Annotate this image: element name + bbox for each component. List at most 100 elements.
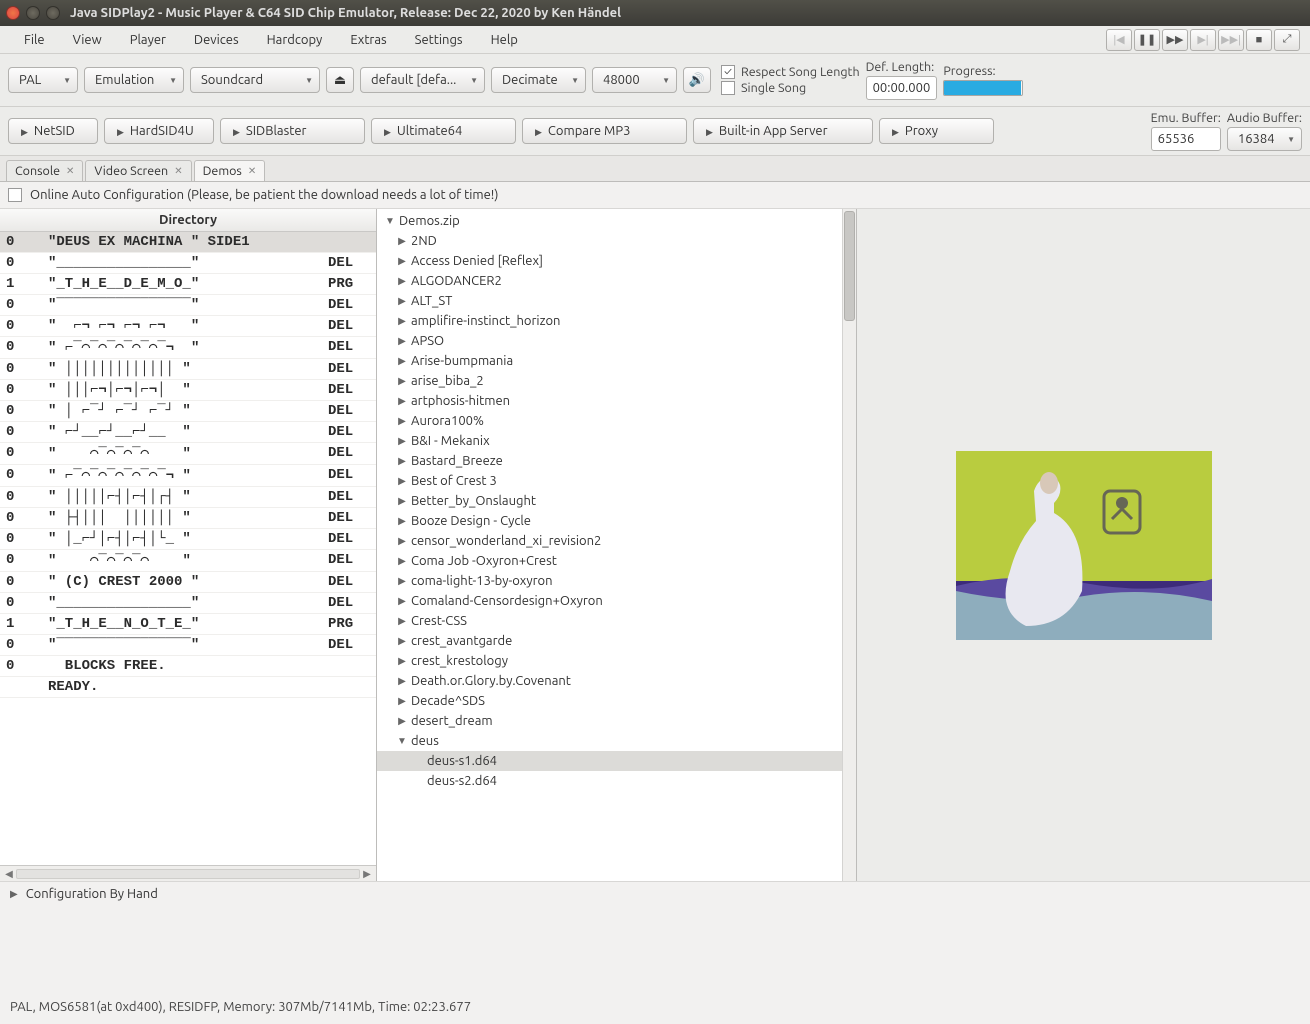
volume-button[interactable]: 🔊 [683, 67, 711, 93]
video-standard-combo[interactable]: PAL [8, 67, 78, 93]
tree-node[interactable]: ▶arise_biba_2 [377, 371, 856, 391]
close-icon[interactable]: ✕ [248, 165, 256, 177]
window-close-button[interactable] [6, 6, 20, 20]
audio-buffer-combo[interactable]: 16384 [1227, 127, 1302, 151]
tree-node[interactable]: ▶amplifire-instinct_horizon [377, 311, 856, 331]
tree-node[interactable]: ▶crest_krestology [377, 651, 856, 671]
tree-node[interactable]: ▶Crest-CSS [377, 611, 856, 631]
decimate-combo[interactable]: Decimate [491, 67, 586, 93]
close-icon[interactable]: ✕ [174, 165, 182, 177]
tree-node[interactable]: ▶artphosis-hitmen [377, 391, 856, 411]
audio-device-combo[interactable]: default [defa... [360, 67, 485, 93]
menu-view[interactable]: View [59, 33, 116, 47]
directory-row[interactable]: 0" ⌐┘__⌐┘__⌐┘__ "DEL [0, 422, 376, 443]
menu-extras[interactable]: Extras [336, 33, 400, 47]
tree-node[interactable]: ▶Better_by_Onslaught [377, 491, 856, 511]
directory-row[interactable]: 0" ⌒‾⌒‾⌒‾⌒ "DEL [0, 443, 376, 465]
directory-row[interactable]: READY. [0, 677, 376, 698]
tab-video-screen[interactable]: Video Screen✕ [85, 160, 191, 181]
directory-row[interactable]: 0" ├┤│││ ││││││ "DEL [0, 508, 376, 529]
fastforward-button[interactable]: ▶▶ [1162, 29, 1188, 51]
directory-row[interactable]: 0"DEUS EX MACHINA " SIDE1 [0, 232, 376, 253]
directory-row[interactable]: 0" │_⌐┘│⌐┤│⌐┤│└_ "DEL [0, 529, 376, 550]
menu-file[interactable]: File [10, 33, 59, 47]
tree-node[interactable]: ▶Comaland-Censordesign+Oxyron [377, 591, 856, 611]
next-track-button[interactable]: ▶| [1190, 29, 1216, 51]
tree-node[interactable]: ▶desert_dream [377, 711, 856, 731]
directory-row[interactable]: 0" ⌒‾⌒‾⌒‾⌒ "DEL [0, 550, 376, 572]
expand-icon[interactable]: ▶ [10, 888, 18, 900]
menu-help[interactable]: Help [477, 33, 532, 47]
menu-settings[interactable]: Settings [401, 33, 477, 47]
tree-node[interactable]: ▶Death.or.Glory.by.Covenant [377, 671, 856, 691]
menu-devices[interactable]: Devices [180, 33, 253, 47]
tree-node[interactable]: ▼deus [377, 731, 856, 751]
tree-node[interactable]: deus-s2.d64 [377, 771, 856, 791]
tree-node[interactable]: ▶Access Denied [Reflex] [377, 251, 856, 271]
tree-node[interactable]: ▶APSO [377, 331, 856, 351]
fullscreen-button[interactable]: ⤢ [1274, 29, 1300, 51]
ultimate64-button[interactable]: Ultimate64 [371, 118, 516, 144]
respect-length-checkbox[interactable]: ✓ [721, 65, 735, 79]
directory-row[interactable]: 0" (C) CREST 2000 "DEL [0, 572, 376, 593]
scroll-right-icon[interactable]: ▶ [360, 868, 374, 880]
menu-player[interactable]: Player [116, 33, 180, 47]
tree-node[interactable]: ▶2ND [377, 231, 856, 251]
tree-node[interactable]: ▶B&I - Mekanix [377, 431, 856, 451]
directory-row[interactable]: 0" │││││⌐┤│⌐┤│┌┤ "DEL [0, 487, 376, 508]
config-by-hand-row[interactable]: ▶ Configuration By Hand [0, 881, 1310, 906]
tree-node[interactable]: ▶Coma Job -Oxyron+Crest [377, 551, 856, 571]
end-button[interactable]: ▶▶| [1218, 29, 1244, 51]
tree-node[interactable]: ▶Decade^SDS [377, 691, 856, 711]
directory-row[interactable]: 1"_T_H_E__N_O_T_E_"PRG [0, 614, 376, 635]
directory-list[interactable]: 0"DEUS EX MACHINA " SIDE10"_____________… [0, 232, 376, 865]
single-song-checkbox[interactable] [721, 81, 735, 95]
auto-config-checkbox[interactable] [8, 188, 22, 202]
directory-hscroll[interactable]: ◀ ▶ [0, 865, 376, 881]
directory-row[interactable]: 0" ⌐‾⌒‾⌒‾⌒‾⌒‾⌒‾¬ "DEL [0, 337, 376, 359]
emulation-combo[interactable]: Emulation [84, 67, 184, 93]
tree-node[interactable]: ▶Booze Design - Cycle [377, 511, 856, 531]
samplerate-combo[interactable]: 48000 [592, 67, 677, 93]
directory-row[interactable]: 0"________________"DEL [0, 253, 376, 274]
directory-row[interactable]: 0" │││⌐¬│⌐¬│⌐¬│ "DEL [0, 380, 376, 401]
tree-node[interactable]: ▶Aurora100% [377, 411, 856, 431]
tree-node[interactable]: ▼Demos.zip [377, 211, 856, 231]
file-tree[interactable]: ▼Demos.zip▶2ND▶Access Denied [Reflex]▶AL… [377, 209, 856, 881]
eject-button[interactable]: ⏏ [326, 67, 354, 93]
tree-node[interactable]: ▶Arise-bumpmania [377, 351, 856, 371]
tree-node[interactable]: deus-s1.d64 [377, 751, 856, 771]
tree-node[interactable]: ▶crest_avantgarde [377, 631, 856, 651]
directory-row[interactable]: 0"________________"DEL [0, 593, 376, 614]
proxy-button[interactable]: Proxy [879, 118, 994, 144]
directory-row[interactable]: 0" │││││││││││││ "DEL [0, 359, 376, 380]
app-server-button[interactable]: Built-in App Server [693, 118, 873, 144]
tree-node[interactable]: ▶coma-light-13-by-oxyron [377, 571, 856, 591]
tab-demos[interactable]: Demos✕ [194, 160, 266, 181]
window-maximize-button[interactable] [46, 6, 60, 20]
close-icon[interactable]: ✕ [66, 165, 74, 177]
window-minimize-button[interactable] [26, 6, 40, 20]
directory-row[interactable]: 0 BLOCKS FREE. [0, 656, 376, 677]
soundcard-combo[interactable]: Soundcard [190, 67, 320, 93]
directory-row[interactable]: 0" ⌐¬ ⌐¬ ⌐¬ ⌐¬ "DEL [0, 316, 376, 337]
compare-mp3-button[interactable]: Compare MP3 [522, 118, 687, 144]
tree-node[interactable]: ▶ALGODANCER2 [377, 271, 856, 291]
sidblaster-button[interactable]: SIDBlaster [220, 118, 365, 144]
tree-vscroll[interactable] [842, 209, 856, 881]
prev-track-button[interactable]: |◀ [1106, 29, 1132, 51]
pause-button[interactable]: ❚❚ [1134, 29, 1160, 51]
tree-node[interactable]: ▶Bastard_Breeze [377, 451, 856, 471]
netsid-button[interactable]: NetSID [8, 118, 98, 144]
tree-node[interactable]: ▶Best of Crest 3 [377, 471, 856, 491]
default-length-field[interactable]: 00:00.000 [866, 76, 938, 100]
directory-row[interactable]: 1"_T_H_E__D_E_M_O_"PRG [0, 274, 376, 295]
emu-buffer-field[interactable]: 65536 [1151, 127, 1221, 151]
tab-console[interactable]: Console✕ [6, 160, 83, 181]
directory-row[interactable]: 0" ⌐‾⌒‾⌒‾⌒‾⌒‾⌒‾¬ "DEL [0, 465, 376, 487]
stop-button[interactable]: ■ [1246, 29, 1272, 51]
directory-row[interactable]: 0"‾‾‾‾‾‾‾‾‾‾‾‾‾‾‾‾"DEL [0, 635, 376, 656]
menu-hardcopy[interactable]: Hardcopy [253, 33, 337, 47]
hardsid4u-button[interactable]: HardSID4U [104, 118, 214, 144]
directory-row[interactable]: 0" │ ⌐‾┘ ⌐‾┘ ⌐‾┘ "DEL [0, 401, 376, 422]
